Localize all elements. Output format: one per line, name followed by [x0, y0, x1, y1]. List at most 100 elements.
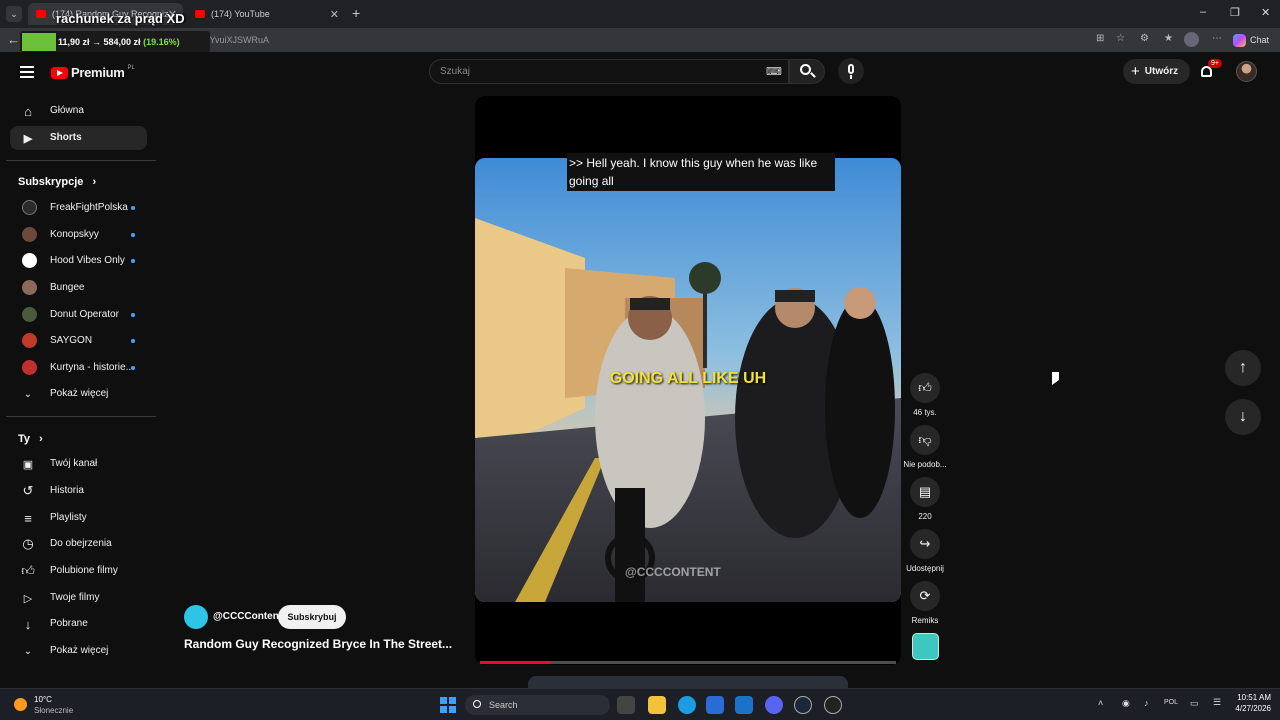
mic-tray-icon[interactable]: ♪	[1144, 698, 1149, 708]
like-button[interactable]: 👍︎	[910, 373, 940, 403]
next-short-button[interactable]: ↓	[1225, 399, 1261, 435]
new-content-dot	[131, 339, 135, 343]
subscriptions-title: Subskrypcje	[18, 176, 84, 188]
comment-icon: ▤	[918, 484, 932, 499]
sidebar-item-subscription[interactable]: Bungee	[10, 276, 147, 300]
subscribe-button[interactable]: Subskrybuj	[278, 605, 346, 629]
arrow-up-icon: ↑	[1239, 359, 1247, 376]
weather-text: Słonecznie	[34, 706, 74, 715]
favorites-icon[interactable]: ★	[1164, 33, 1173, 44]
new-tab-button[interactable]: +	[352, 5, 360, 21]
obs-icon[interactable]	[824, 696, 842, 714]
sidebar-item-label: Bungee	[50, 282, 85, 293]
search-button[interactable]	[789, 59, 825, 84]
apps-icon[interactable]: ⊞	[1096, 33, 1104, 44]
sidebar-item-shorts[interactable]: ▶ Shorts	[10, 126, 147, 150]
short-video-player[interactable]: >> Hell yeah. I know this guy when he wa…	[475, 96, 901, 665]
tab-list-button[interactable]: ⌄	[6, 6, 22, 22]
sidebar-item-show-more[interactable]: ⌄ Pokaż więcej	[10, 382, 147, 406]
close-tab-icon[interactable]: ✕	[330, 8, 339, 21]
sidebar-item-liked[interactable]: 👍︎ Polubione filmy	[10, 559, 147, 583]
more-icon[interactable]: ⋯	[1212, 33, 1222, 44]
monitor-icon[interactable]: ▭	[1190, 698, 1199, 709]
sidebar-item-subscription[interactable]: Hood Vibes Only	[10, 249, 147, 273]
subscriptions-heading[interactable]: Subskrypcje ›	[18, 176, 96, 188]
taskbar-search[interactable]: Search	[465, 695, 610, 715]
sidebar-item-your-videos[interactable]: ▷ Twoje filmy	[10, 586, 147, 610]
profile-icon[interactable]	[1184, 32, 1199, 47]
divider	[6, 416, 156, 417]
search-input[interactable]: Szukaj	[440, 66, 470, 77]
share-button[interactable]: ↪	[910, 529, 940, 559]
mouse-cursor-icon	[1052, 372, 1059, 385]
wifi-icon[interactable]: ☰	[1213, 697, 1221, 708]
steam-icon[interactable]	[794, 696, 812, 714]
back-icon[interactable]: ←	[7, 32, 20, 47]
brand-text: Premium	[71, 65, 125, 80]
clock[interactable]: 10:51 AM 4/27/2026	[1225, 693, 1271, 713]
channel-icon: ▣	[22, 458, 34, 471]
sidebar-item-show-more[interactable]: ⌄ Pokaż więcej	[10, 639, 147, 663]
language-indicator[interactable]: POL	[1164, 699, 1178, 706]
sidebar-item-subscription[interactable]: Konopskyy	[10, 223, 147, 247]
file-explorer-icon[interactable]	[648, 696, 666, 714]
sidebar-item-subscription[interactable]: Donut Operator	[10, 303, 147, 327]
comments-button[interactable]: ▤	[910, 477, 940, 507]
video-progress-track[interactable]	[480, 661, 896, 664]
sidebar-item-home[interactable]: ⌂ Główna	[10, 99, 147, 123]
star-icon[interactable]: ☆	[1116, 33, 1125, 44]
copilot-chat-button[interactable]: Chat	[1233, 31, 1275, 49]
sidebar-item-watch-later[interactable]: ◷ Do obejrzenia	[10, 532, 147, 556]
sidebar-item-label: Twoje filmy	[50, 592, 100, 603]
sidebar-item-subscription[interactable]: SAYGON	[10, 329, 147, 353]
new-content-dot	[131, 206, 135, 210]
dislike-button[interactable]: 👎︎	[910, 425, 940, 455]
avatar[interactable]	[1236, 61, 1257, 82]
sidebar-item-downloads[interactable]: ↓ Pobrane	[10, 612, 147, 636]
sidebar-item-playlists[interactable]: ≡ Playlisty	[10, 506, 147, 530]
channel-avatar[interactable]	[184, 605, 208, 629]
youtube-logo[interactable]: Premium PL	[51, 65, 135, 80]
sidebar-item-subscription[interactable]: FreakFightPolska	[10, 196, 147, 220]
keyboard-icon[interactable]: ⌨	[766, 65, 782, 78]
remix-label: Remiks	[911, 616, 939, 625]
edge-icon[interactable]	[678, 696, 696, 714]
restore-icon[interactable]: ❐	[1230, 6, 1240, 19]
new-content-dot	[131, 366, 135, 370]
toolbar-icons: ⊞ ☆ ⚙ ★ ⋯	[1096, 32, 1226, 47]
extensions-icon[interactable]: ⚙	[1140, 33, 1149, 44]
sound-thumbnail[interactable]	[912, 633, 939, 660]
dislike-label: Nie podob...	[903, 460, 947, 469]
discord-icon[interactable]	[765, 696, 783, 714]
channel-name[interactable]: @CCCContent	[213, 611, 282, 622]
notifications-button[interactable]: 9+	[1199, 59, 1222, 82]
chevron-down-icon: ⌄	[23, 388, 33, 400]
you-heading[interactable]: Ty ›	[18, 433, 43, 445]
chevron-up-icon[interactable]: ˄	[1098, 698, 1103, 708]
sidebar-item-history[interactable]: ↺ Historia	[10, 479, 147, 503]
short-title[interactable]: Random Guy Recognized Bryce In The Stree…	[184, 637, 452, 651]
sidebar-item-label: Donut Operator	[50, 309, 119, 320]
weather-widget[interactable]: 10°C Słonecznie	[12, 694, 112, 716]
remix-button[interactable]: ⟳	[910, 581, 940, 611]
watch-later-icon: ◷	[22, 536, 34, 551]
store-icon[interactable]	[706, 696, 724, 714]
create-button[interactable]: + Utwórz	[1123, 59, 1190, 84]
previous-short-button[interactable]: ↑	[1225, 350, 1261, 386]
sidebar-item-your-channel[interactable]: ▣ Twój kanał	[10, 452, 147, 476]
search-box[interactable]: Szukaj ⌨	[429, 59, 789, 84]
task-view-icon[interactable]	[617, 696, 635, 714]
sidebar-item-label: Pokaż więcej	[50, 645, 109, 656]
tab-youtube[interactable]: (174) YouTube ✕	[187, 3, 345, 25]
close-window-icon[interactable]: ✕	[1261, 6, 1270, 19]
minimize-icon[interactable]: –	[1200, 6, 1206, 18]
comment-count: 220	[918, 512, 932, 521]
start-button[interactable]	[440, 697, 456, 713]
voice-search-button[interactable]	[838, 58, 864, 84]
menu-icon[interactable]	[20, 66, 34, 78]
sidebar-item-subscription[interactable]: Kurtyna - historie...	[10, 356, 147, 380]
outlook-icon[interactable]	[735, 696, 753, 714]
network-icon[interactable]: ◉	[1122, 698, 1130, 709]
sidebar-item-label: Konopskyy	[50, 229, 99, 240]
like-icon: 👍︎	[21, 563, 35, 578]
